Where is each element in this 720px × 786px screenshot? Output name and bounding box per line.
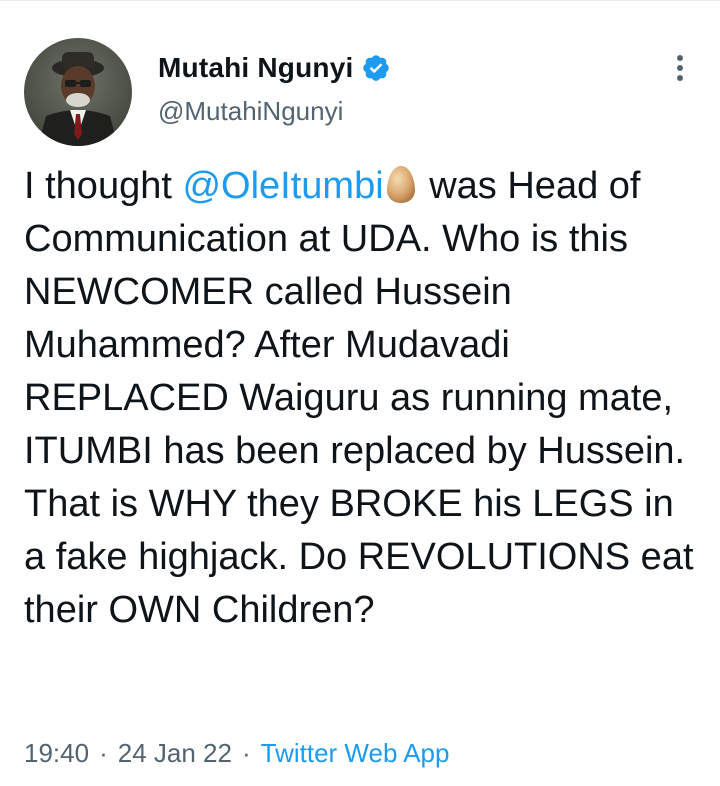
author-handle[interactable]: @MutahiNgunyi <box>158 96 343 127</box>
mention-link[interactable]: @OleItumbi <box>182 165 383 207</box>
egg-emoji-icon <box>385 164 417 204</box>
tweet-meta: 19:40 · 24 Jan 22 · Twitter Web App <box>24 738 449 769</box>
avatar[interactable] <box>24 38 132 146</box>
more-vertical-icon <box>677 55 683 81</box>
meta-separator: · <box>241 738 251 768</box>
tweet-time[interactable]: 19:40 <box>24 738 89 768</box>
avatar-image <box>24 38 132 146</box>
more-options-button[interactable] <box>660 48 700 88</box>
tweet-text-intro: I thought <box>24 165 183 207</box>
tweet-text-body: was Head of Communication at UDA. Who is… <box>24 165 694 631</box>
tweet-date[interactable]: 24 Jan 22 <box>118 738 232 768</box>
tweet-header: Mutahi Ngunyi @MutahiNgunyi <box>0 0 720 150</box>
tweet-text: I thought @OleItumbi was Head of Communi… <box>24 160 704 637</box>
tweet-source-link[interactable]: Twitter Web App <box>261 738 450 768</box>
tweet: Mutahi Ngunyi @MutahiNgunyi I thought @O… <box>0 0 720 786</box>
author-name[interactable]: Mutahi Ngunyi <box>158 52 353 84</box>
author-name-row[interactable]: Mutahi Ngunyi <box>158 50 391 86</box>
meta-separator: · <box>99 738 108 768</box>
verified-badge-icon <box>361 53 391 83</box>
